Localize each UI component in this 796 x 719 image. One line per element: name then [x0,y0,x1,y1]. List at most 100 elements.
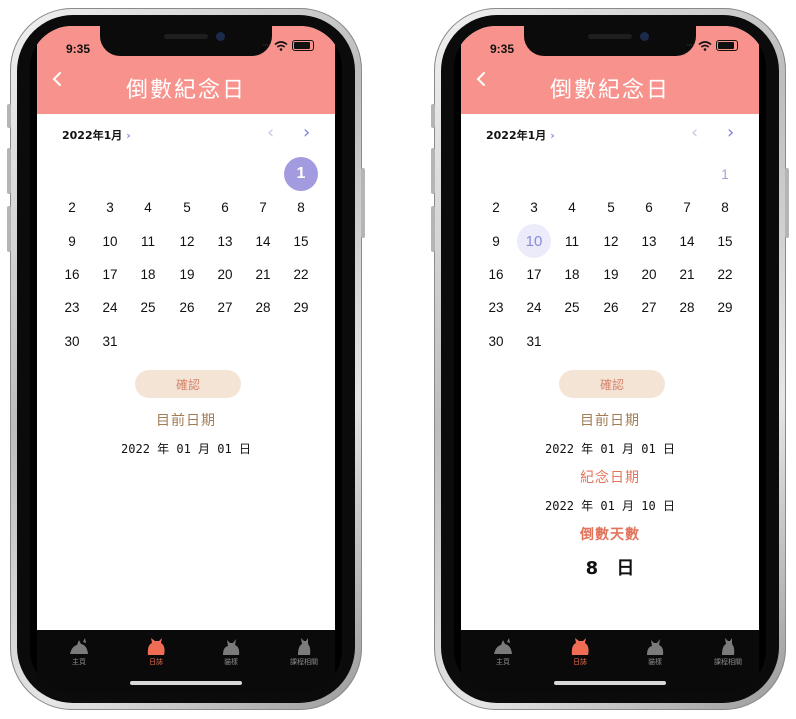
calendar-day[interactable]: 16 [479,257,513,291]
calendar-day[interactable]: 23 [479,290,513,324]
next-month-button[interactable]: › [727,122,734,143]
calendar-day[interactable]: 26 [594,290,628,324]
calendar-day[interactable]: 24 [93,290,127,324]
calendar-day[interactable]: 18 [555,257,589,291]
calendar-day[interactable]: 31 [517,324,551,358]
calendar-day[interactable]: 17 [517,257,551,291]
calendar-day[interactable]: 19 [594,257,628,291]
current-date-value: 2022 年 01 月 01 日 [545,442,675,456]
tab-course[interactable]: 課程相關 [274,636,334,667]
calendar-day[interactable]: 12 [594,224,628,258]
mute-switch [7,104,11,128]
calendar-day[interactable]: 5 [594,190,628,224]
calendar-day[interactable]: 30 [479,324,513,358]
calendar-day[interactable]: 13 [632,224,666,258]
calendar-day[interactable]: 28 [670,290,704,324]
calendar-day[interactable]: 22 [284,257,318,291]
prev-month-button[interactable]: ‹ [267,122,274,143]
calendar-day[interactable]: 22 [708,257,742,291]
calendar-day[interactable]: 16 [55,257,89,291]
calendar-day[interactable]: 18 [131,257,165,291]
calendar-day[interactable]: 7 [670,190,704,224]
tab-journal[interactable]: 日誌 [550,636,610,667]
cat-icon [494,638,512,654]
calendar-day[interactable]: 31 [93,324,127,358]
calendar-day[interactable]: 13 [208,224,242,258]
calendar-day[interactable]: 11 [131,224,165,258]
calendar-day[interactable]: 14 [670,224,704,258]
current-date-value: 2022 年 01 月 01 日 [121,442,251,456]
countdown-label: 倒數天數 [580,527,640,543]
calendar-day-selected[interactable]: 10 [517,224,551,258]
calendar-day[interactable]: 6 [632,190,666,224]
calendar-day[interactable]: 21 [246,257,280,291]
calendar-day[interactable]: 9 [55,224,89,258]
calendar-day[interactable]: 15 [284,224,318,258]
tab-cat[interactable]: 貓樣 [201,636,261,667]
calendar-day[interactable]: 29 [284,290,318,324]
calendar-day[interactable]: 3 [517,190,551,224]
calendar-day[interactable]: 1 [708,157,742,191]
wifi-icon [698,40,712,51]
calendar-day[interactable]: 17 [93,257,127,291]
front-camera [216,32,225,41]
confirm-button[interactable]: 確認 [559,370,665,398]
next-month-button[interactable]: › [303,122,310,143]
calendar-day[interactable]: 3 [93,190,127,224]
month-selector[interactable]: 2022年1月 › [62,127,131,143]
calendar-day[interactable]: 25 [555,290,589,324]
battery-icon [716,40,738,51]
calendar-day[interactable]: 20 [632,257,666,291]
calendar-day[interactable]: 5 [170,190,204,224]
calendar-day-selected[interactable]: 1 [284,157,318,191]
mute-switch [431,104,435,128]
calendar-day[interactable]: 8 [708,190,742,224]
countdown-result: 8 日 [461,554,759,580]
calendar-day[interactable]: 19 [170,257,204,291]
calendar-day[interactable]: 27 [632,290,666,324]
calendar-day[interactable]: 30 [55,324,89,358]
calendar-day[interactable]: 4 [555,190,589,224]
calendar-day[interactable]: 4 [131,190,165,224]
calendar-day[interactable]: 14 [246,224,280,258]
calendar-day[interactable]: 21 [670,257,704,291]
calendar-day[interactable]: 7 [246,190,280,224]
calendar-day[interactable]: 9 [479,224,513,258]
calendar-day[interactable]: 2 [479,190,513,224]
cat-icon [223,639,240,655]
wifi-icon [274,40,288,51]
notch [100,26,272,56]
calendar-day[interactable]: 6 [208,190,242,224]
tab-cat[interactable]: 貓樣 [625,636,685,667]
calendar-day[interactable]: 29 [708,290,742,324]
front-camera [640,32,649,41]
volume-up-button [7,148,11,194]
calendar-day[interactable]: 20 [208,257,242,291]
calendar-day[interactable]: 28 [246,290,280,324]
cat-icon [298,638,311,655]
calendar-day[interactable]: 25 [131,290,165,324]
calendar-day[interactable]: 2 [55,190,89,224]
calendar-day[interactable]: 10 [93,224,127,258]
calendar-day[interactable]: 27 [208,290,242,324]
calendar-day[interactable]: 15 [708,224,742,258]
prev-month-button[interactable]: ‹ [691,122,698,143]
calendar-day[interactable]: 8 [284,190,318,224]
calendar-day[interactable]: 12 [170,224,204,258]
calendar-day[interactable]: 23 [55,290,89,324]
confirm-button[interactable]: 確認 [135,370,241,398]
battery-icon [292,40,314,51]
current-date-label: 目前日期 [580,413,640,429]
calendar-day[interactable]: 26 [170,290,204,324]
month-selector[interactable]: 2022年1月 › [486,127,555,143]
cat-icon [70,638,88,654]
cat-icon [722,638,735,655]
tab-home[interactable]: 主頁 [473,636,533,667]
tab-course[interactable]: 課程相關 [698,636,758,667]
calendar-day[interactable]: 24 [517,290,551,324]
home-indicator [130,681,242,685]
tab-journal[interactable]: 日誌 [126,636,186,667]
cat-icon [647,639,664,655]
calendar-day[interactable]: 11 [555,224,589,258]
tab-home[interactable]: 主頁 [49,636,109,667]
